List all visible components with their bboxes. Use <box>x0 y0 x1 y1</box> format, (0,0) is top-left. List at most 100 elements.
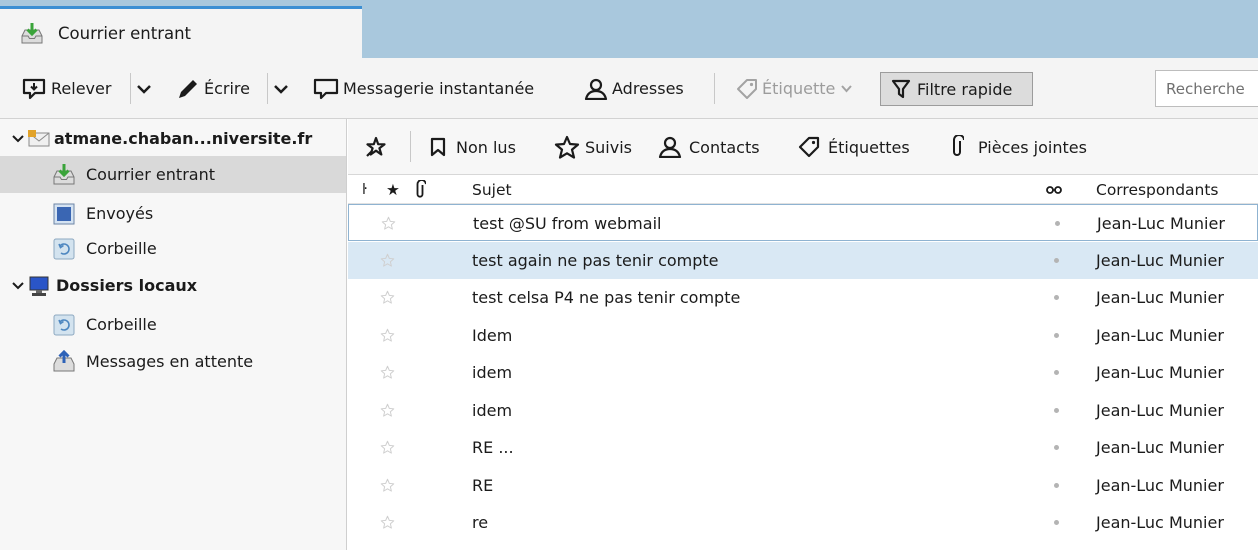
inbox-icon <box>53 163 75 184</box>
paperclip-icon <box>416 179 426 198</box>
filter-attachments-button[interactable]: Pièces jointes <box>950 119 1087 175</box>
read-status-dot[interactable] <box>1054 279 1059 316</box>
correspondents-column-header[interactable]: Correspondants <box>1096 175 1219 204</box>
chevron-down-icon <box>274 84 288 94</box>
filter-contacts-button[interactable]: Contacts <box>658 119 760 175</box>
read-status-dot[interactable] <box>1055 205 1060 242</box>
read-status-dot[interactable] <box>1054 429 1059 466</box>
message-row[interactable]: idem Jean-Luc Munier <box>348 392 1258 429</box>
filter-attachments-label: Pièces jointes <box>978 137 1087 157</box>
message-row[interactable]: Idem Jean-Luc Munier <box>348 317 1258 354</box>
star-toggle[interactable] <box>380 392 395 429</box>
star-toggle[interactable] <box>381 205 396 242</box>
message-list: test @SU from webmail Jean-Luc Munier test… <box>348 204 1258 550</box>
write-button[interactable]: Écrire <box>176 58 250 119</box>
tab-inbox[interactable]: Courrier entrant <box>0 6 362 58</box>
star-outline-icon <box>380 515 395 529</box>
chevron-down-icon[interactable] <box>12 281 24 291</box>
message-row[interactable]: RE Jean-Luc Munier <box>348 467 1258 504</box>
pen-icon <box>179 79 197 98</box>
read-status-dot[interactable] <box>1054 504 1059 541</box>
message-correspondent: Jean-Luc Munier <box>1096 325 1224 345</box>
star-toggle[interactable] <box>380 429 395 466</box>
filter-icon <box>891 79 911 99</box>
star-outline-icon <box>381 216 396 230</box>
get-mail-icon <box>22 78 46 99</box>
message-row[interactable]: re Jean-Luc Munier <box>348 504 1258 541</box>
address-book-button[interactable]: Adresses <box>584 58 684 119</box>
message-row[interactable]: test celsa P4 ne pas tenir compte Jean-Lu… <box>348 279 1258 316</box>
message-row[interactable]: idem Jean-Luc Munier <box>348 354 1258 391</box>
message-subject: test @SU from webmail <box>473 214 662 233</box>
chevron-down-icon <box>841 84 853 92</box>
write-dropdown[interactable] <box>273 58 289 119</box>
star-column-header[interactable]: ★ <box>386 175 400 204</box>
message-row[interactable]: RE ... Jean-Luc Munier <box>348 429 1258 466</box>
folder-label: Corbeille <box>86 239 157 258</box>
divider <box>130 73 131 104</box>
folder-trash[interactable]: Corbeille <box>0 230 346 267</box>
read-status-dot[interactable] <box>1054 242 1059 279</box>
inbox-icon <box>21 22 43 43</box>
message-row[interactable]: test again ne pas tenir compte Jean-Luc M… <box>348 241 1258 279</box>
folder-label: Courrier entrant <box>86 165 215 184</box>
account-item[interactable]: atmane.chaban...niversite.fr <box>0 120 346 157</box>
get-mail-dropdown[interactable] <box>136 58 152 119</box>
filter-starred-button[interactable]: Suivis <box>554 119 632 175</box>
folder-outbox[interactable]: Messages en attente <box>0 343 346 380</box>
star-toggle[interactable] <box>380 504 395 541</box>
message-list-header: ŀ ★ Sujet Correspondants <box>348 175 1258 204</box>
read-status-dot[interactable] <box>1054 317 1059 354</box>
sticky-filter-toggle[interactable] <box>364 119 388 175</box>
read-status-dot[interactable] <box>1054 354 1059 391</box>
filter-tags-label: Étiquettes <box>828 137 910 157</box>
filter-tags-button[interactable]: Étiquettes <box>798 119 910 175</box>
filter-unread-label: Non lus <box>456 137 516 157</box>
quick-filter-button[interactable]: Filtre rapide <box>880 72 1033 106</box>
local-folders-item[interactable]: Dossiers locaux <box>0 267 346 304</box>
message-correspondent: Jean-Luc Munier <box>1096 438 1224 457</box>
message-correspondent: Jean-Luc Munier <box>1096 475 1224 495</box>
outbox-icon <box>53 349 75 371</box>
star-outline-icon <box>380 440 395 454</box>
chat-button[interactable]: Messagerie instantanée <box>313 58 534 119</box>
account-label: atmane.chaban...niversite.fr <box>54 129 313 148</box>
chevron-down-icon[interactable] <box>12 134 24 144</box>
message-correspondent: Jean-Luc Munier <box>1096 363 1224 382</box>
folder-inbox[interactable]: Courrier entrant <box>0 156 346 193</box>
read-status-dot[interactable] <box>1054 467 1059 504</box>
star-toggle[interactable] <box>380 354 395 391</box>
thread-column-header[interactable]: ŀ <box>362 175 367 204</box>
folder-local-trash[interactable]: Corbeille <box>0 306 346 343</box>
subject-column-header[interactable]: Sujet <box>472 175 512 204</box>
contacts-icon <box>658 136 682 158</box>
divider <box>714 73 715 104</box>
unread-dot-icon <box>1054 407 1059 413</box>
filter-unread-button[interactable]: Non lus <box>430 119 516 175</box>
message-correspondent: Jean-Luc Munier <box>1096 513 1224 532</box>
read-status-column-header[interactable] <box>1046 175 1062 204</box>
unread-dot-icon <box>1054 445 1059 450</box>
folder-pane: atmane.chaban...niversite.fr Courrier en… <box>0 119 347 550</box>
unread-dot-icon <box>1054 332 1059 338</box>
message-subject: RE ... <box>472 438 514 457</box>
message-correspondent: Jean-Luc Munier <box>1097 214 1225 233</box>
trash-icon <box>53 314 75 335</box>
star-toggle[interactable] <box>380 242 395 279</box>
get-mail-button[interactable]: Relever <box>22 58 111 119</box>
message-row[interactable]: test @SU from webmail Jean-Luc Munier <box>348 204 1258 241</box>
search-input[interactable] <box>1155 70 1258 107</box>
star-outline-icon <box>380 253 395 267</box>
unread-dot-icon <box>1054 257 1059 263</box>
star-toggle[interactable] <box>380 317 395 354</box>
unread-dot-icon <box>1055 221 1060 226</box>
trash-icon <box>53 238 75 259</box>
tag-button[interactable]: Étiquette <box>736 58 853 119</box>
mail-account-icon <box>28 129 50 146</box>
star-toggle[interactable] <box>380 279 395 316</box>
folder-sent[interactable]: Envoyés <box>0 195 346 232</box>
star-toggle[interactable] <box>380 467 395 504</box>
read-status-dot[interactable] <box>1054 392 1059 429</box>
message-correspondent: Jean-Luc Munier <box>1096 250 1224 270</box>
attachment-column-header[interactable] <box>414 175 426 204</box>
